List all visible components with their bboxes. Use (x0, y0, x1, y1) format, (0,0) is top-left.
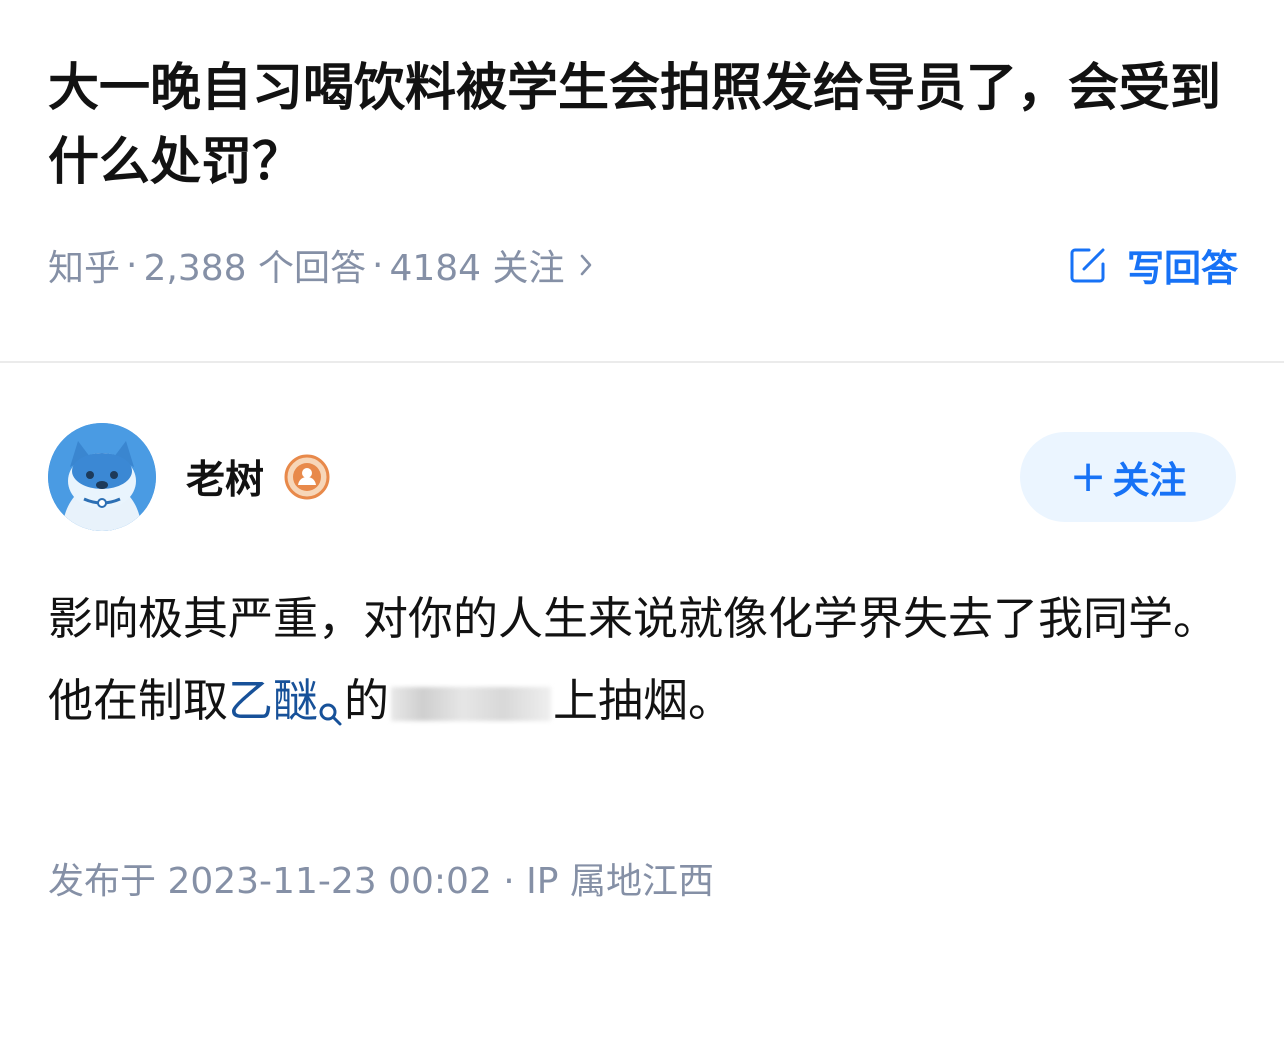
separator-dot: · (371, 244, 384, 286)
keyword-search-link[interactable]: 乙醚 (228, 674, 344, 727)
answer-paragraph: 影响极其严重，对你的人生来说就像化学界失去了我同学。 (48, 592, 1219, 645)
search-icon (318, 672, 344, 754)
write-answer-label: 写回答 (1127, 247, 1238, 290)
chevron-right-icon (579, 253, 593, 277)
publish-info: 发布于 2023-11-23 00:02 · IP 属地江西 (48, 861, 714, 902)
question-stats[interactable]: 知乎 · 2,388 个回答 · 4184 关注 (48, 239, 593, 291)
separator-dot: · (126, 244, 138, 286)
write-answer-button[interactable]: 写回答 (1069, 238, 1238, 292)
followers-count: 4184 关注 (389, 248, 565, 289)
answer-text: 的 (344, 674, 390, 727)
answer-content: 影响极其严重，对你的人生来说就像化学界失去了我同学。 他在制取乙醚的 上抽烟。 (48, 578, 1238, 754)
follow-button[interactable]: + 关注 (1020, 432, 1236, 522)
follow-label: 关注 (1112, 459, 1187, 502)
source-label: 知乎 (48, 248, 121, 289)
answer-paragraph: 他在制取乙醚的 上抽烟。 (48, 660, 1238, 754)
badge-icon (284, 454, 330, 500)
answer-text: 上抽烟。 (553, 674, 734, 727)
question-title: 大一晚自习喝饮料被学生会拍照发给导员了，会受到什么处罚？ (48, 59, 1222, 192)
answers-count: 2,388 个回答 (143, 248, 366, 289)
author-row: 老树 + 关注 (48, 422, 1236, 532)
avatar[interactable] (48, 423, 156, 531)
answer-text: 他在制取 (48, 674, 229, 727)
edit-icon (1069, 246, 1107, 284)
blurred-text (391, 687, 552, 721)
question-meta-row: 知乎 · 2,388 个回答 · 4184 关注 写回答 (48, 238, 1238, 292)
author-name[interactable]: 老树 (186, 449, 264, 505)
keyword-text: 乙醚 (228, 674, 319, 727)
section-divider (0, 361, 1284, 363)
plus-icon: + (1069, 451, 1107, 502)
